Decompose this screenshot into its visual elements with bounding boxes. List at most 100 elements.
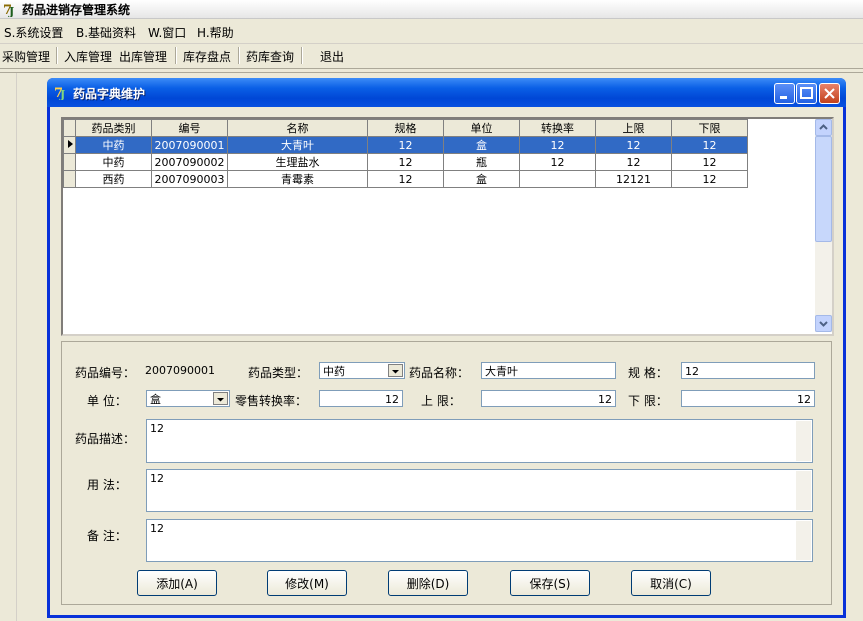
- drug-type-select[interactable]: 中药: [319, 362, 405, 379]
- retail-rate-input[interactable]: 12: [319, 390, 403, 407]
- spec-label: 规 格：: [628, 366, 668, 380]
- grid-header-row: 药品类别 编号 名称 规格 单位 转换率 上限 下限: [63, 119, 748, 137]
- row-indicator[interactable]: [63, 170, 76, 188]
- table-cell[interactable]: 盒: [443, 170, 520, 188]
- table-row[interactable]: 中药 2007090002 生理盐水 12 瓶 12 12 12: [63, 153, 748, 171]
- toolbar: 采购管理 入库管理 出库管理 库存盘点 药库查询 退出: [0, 43, 863, 69]
- table-cell[interactable]: 生理盐水: [227, 153, 368, 171]
- scroll-thumb[interactable]: [815, 136, 832, 242]
- table-cell[interactable]: 12121: [595, 170, 672, 188]
- usage-value: 12: [150, 472, 164, 485]
- chevron-down-icon: [217, 398, 224, 402]
- toolbar-query[interactable]: 药库查询: [246, 48, 294, 65]
- scroll-up-button[interactable]: [815, 119, 832, 136]
- textarea-scrollbar[interactable]: [796, 521, 811, 560]
- upper-limit-input[interactable]: 12: [481, 390, 616, 407]
- table-cell[interactable]: 瓶: [443, 153, 520, 171]
- add-button[interactable]: 添加(A): [137, 570, 217, 596]
- toolbar-separator: [238, 47, 240, 64]
- table-cell[interactable]: [519, 170, 596, 188]
- dropdown-button[interactable]: [213, 392, 228, 405]
- drug-name-input[interactable]: 大青叶: [481, 362, 616, 379]
- toolbar-stock-in[interactable]: 入库管理: [64, 48, 112, 65]
- minimize-button[interactable]: [774, 83, 795, 104]
- textarea-scrollbar[interactable]: [796, 421, 811, 461]
- chevron-down-icon: [392, 370, 399, 374]
- table-row[interactable]: 西药 2007090003 青霉素 12 盒 12121 12: [63, 170, 748, 188]
- toolbar-exit[interactable]: 退出: [320, 48, 344, 65]
- table-cell[interactable]: 12: [671, 153, 748, 171]
- table-cell[interactable]: 12: [595, 153, 672, 171]
- description-textarea[interactable]: 12: [146, 419, 813, 463]
- remark-textarea[interactable]: 12: [146, 519, 813, 562]
- usage-textarea[interactable]: 12: [146, 469, 813, 512]
- save-button[interactable]: 保存(S): [510, 570, 590, 596]
- svg-text:J: J: [8, 5, 14, 17]
- row-indicator[interactable]: [63, 153, 76, 171]
- menu-system[interactable]: S.系统设置: [4, 24, 63, 41]
- maximize-button[interactable]: [796, 83, 817, 104]
- unit-label: 单 位：: [87, 394, 127, 408]
- table-cell[interactable]: 12: [367, 153, 444, 171]
- unit-value: 盒: [150, 393, 161, 406]
- delete-button[interactable]: 删除(D): [388, 570, 468, 596]
- window-body: 药品类别 编号 名称 规格 单位 转换率 上限 下限 中药 2007090001…: [50, 107, 843, 615]
- table-cell[interactable]: 12: [367, 136, 444, 154]
- spec-input[interactable]: 12: [681, 362, 815, 379]
- drug-grid[interactable]: 药品类别 编号 名称 规格 单位 转换率 上限 下限 中药 2007090001…: [61, 117, 834, 336]
- usage-label: 用 法：: [87, 478, 127, 492]
- menu-window[interactable]: W.窗口: [148, 24, 186, 41]
- column-header[interactable]: 编号: [151, 119, 228, 137]
- close-icon: [824, 88, 835, 99]
- svg-text:J: J: [59, 88, 65, 100]
- dropdown-button[interactable]: [388, 364, 403, 377]
- table-cell[interactable]: 2007090001: [151, 136, 228, 154]
- table-cell[interactable]: 西药: [75, 170, 152, 188]
- table-cell[interactable]: 中药: [75, 136, 152, 154]
- toolbar-stock-out[interactable]: 出库管理: [119, 48, 167, 65]
- table-cell[interactable]: 12: [367, 170, 444, 188]
- column-header[interactable]: 名称: [227, 119, 368, 137]
- lower-limit-input[interactable]: 12: [681, 390, 815, 407]
- table-cell[interactable]: 12: [519, 153, 596, 171]
- table-cell[interactable]: 12: [671, 170, 748, 188]
- column-header[interactable]: 单位: [443, 119, 520, 137]
- close-button[interactable]: [819, 83, 840, 104]
- grid-corner: [63, 119, 76, 137]
- column-header[interactable]: 上限: [595, 119, 672, 137]
- table-cell[interactable]: 大青叶: [227, 136, 368, 154]
- table-cell[interactable]: 2007090002: [151, 153, 228, 171]
- modify-button[interactable]: 修改(M): [267, 570, 347, 596]
- table-row[interactable]: 中药 2007090001 大青叶 12 盒 12 12 12: [63, 136, 748, 154]
- table-cell[interactable]: 青霉素: [227, 170, 368, 188]
- toolbar-purchase[interactable]: 采购管理: [2, 48, 50, 65]
- drug-name-label: 药品名称：: [409, 366, 470, 380]
- table-cell[interactable]: 盒: [443, 136, 520, 154]
- table-cell[interactable]: 中药: [75, 153, 152, 171]
- textarea-scrollbar[interactable]: [796, 471, 811, 510]
- cancel-button[interactable]: 取消(C): [631, 570, 711, 596]
- unit-select[interactable]: 盒: [146, 390, 230, 407]
- current-row-arrow-icon: [67, 139, 73, 148]
- column-header[interactable]: 规格: [367, 119, 444, 137]
- scroll-down-button[interactable]: [815, 315, 832, 332]
- menu-help[interactable]: H.帮助: [197, 24, 234, 41]
- table-cell[interactable]: 2007090003: [151, 170, 228, 188]
- column-header[interactable]: 下限: [671, 119, 748, 137]
- toolbar-inventory[interactable]: 库存盘点: [183, 48, 231, 65]
- column-header[interactable]: 药品类别: [75, 119, 152, 137]
- drug-type-value: 中药: [323, 365, 345, 378]
- window-title-bar[interactable]: 7 J 药品字典维护: [47, 78, 846, 107]
- toolbar-separator: [301, 47, 303, 64]
- toolbar-separator: [56, 47, 58, 64]
- row-indicator[interactable]: [63, 136, 76, 154]
- grid-vertical-scrollbar[interactable]: [815, 119, 832, 332]
- table-cell[interactable]: 12: [671, 136, 748, 154]
- table-cell[interactable]: 12: [595, 136, 672, 154]
- column-header[interactable]: 转换率: [519, 119, 596, 137]
- chevron-up-icon: [819, 124, 828, 130]
- window-title: 药品字典维护: [73, 87, 146, 101]
- menu-basic-data[interactable]: B.基础资料: [76, 24, 136, 41]
- description-label: 药品描述：: [75, 432, 136, 446]
- table-cell[interactable]: 12: [519, 136, 596, 154]
